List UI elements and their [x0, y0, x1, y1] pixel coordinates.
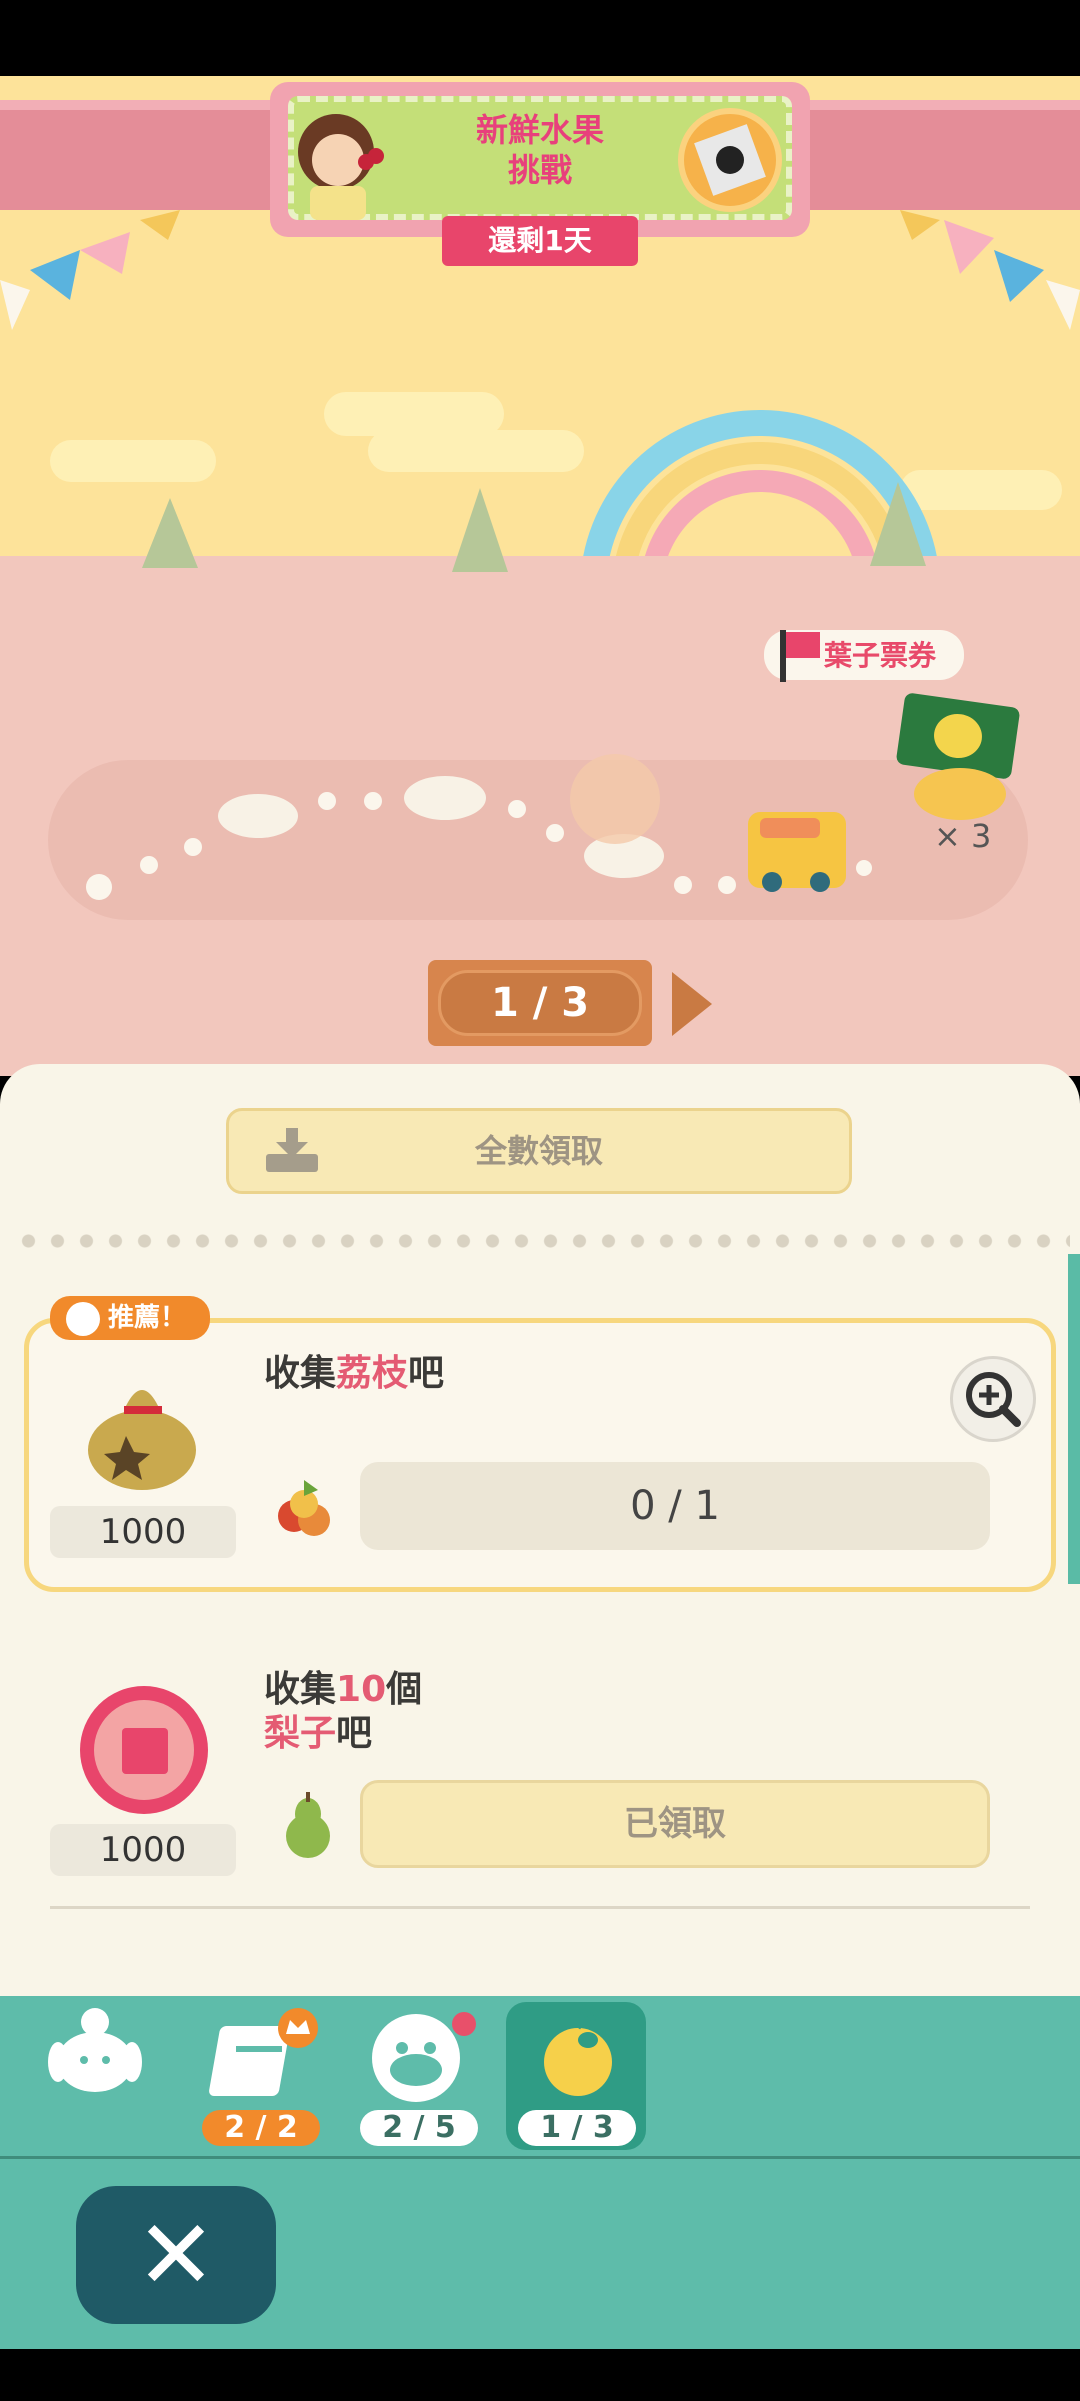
task-reward-value: 1000 [50, 1824, 236, 1876]
path-dot [674, 876, 692, 894]
dotted-divider [14, 1234, 1070, 1248]
days-remaining-badge: 還剩1天 [442, 216, 638, 266]
bell-bag-icon [88, 1390, 196, 1490]
reward-multiplier: × 3 [934, 817, 992, 855]
calendar-crown-icon [209, 2008, 318, 2096]
path-dot [364, 792, 382, 810]
tab-count: 2 / 5 [360, 2110, 478, 2146]
cloud [50, 440, 216, 482]
path-step [404, 776, 486, 820]
fruit-icon [544, 2015, 612, 2096]
next-page-arrow-icon[interactable] [672, 972, 712, 1036]
tab-count: 1 / 3 [518, 2110, 636, 2146]
page-indicator: 1 / 3 [438, 970, 642, 1036]
path-dot [856, 860, 872, 876]
path-dot [508, 800, 526, 818]
tree [452, 488, 508, 572]
isabelle-mini-icon [66, 1302, 100, 1336]
task-divider [50, 1906, 1030, 1909]
tab-count: 2 / 2 [202, 2110, 320, 2146]
path-dot [184, 838, 202, 856]
tab-isabelle[interactable] [40, 2000, 164, 2110]
magnifier-plus-icon [966, 1372, 1021, 1427]
gift-box-icon [122, 1728, 168, 1774]
tab-calendar[interactable]: 2 / 2 [200, 2006, 324, 2146]
tree [870, 482, 926, 566]
tab-fruit-challenge[interactable]: 1 / 3 [516, 2006, 640, 2146]
character-avatar-icon [298, 114, 384, 220]
flag-icon [786, 632, 820, 658]
path-dot [86, 874, 112, 900]
reward-flag-text: 葉子票券 [824, 639, 937, 672]
path-dot [546, 824, 564, 842]
isabelle-icon [48, 2008, 142, 2092]
gold-reward-icon [914, 768, 1006, 820]
bunting-left [0, 210, 180, 330]
path-dot [318, 792, 336, 810]
collect-all-label: 全數領取 [474, 1132, 603, 1170]
task-title: 收集荔枝吧 [264, 1353, 445, 1394]
event-title: 新鮮水果 挑戰 [475, 111, 604, 189]
tree [142, 498, 198, 568]
pear-icon [286, 1792, 330, 1858]
zoom-in-button[interactable] [950, 1356, 1036, 1442]
truck-roof [760, 818, 820, 838]
tab-villager[interactable]: 2 / 5 [358, 2006, 482, 2146]
path-step [218, 794, 298, 838]
spider-medal-icon [678, 108, 782, 212]
notification-dot [452, 2012, 476, 2036]
recommended-label: 推薦！ [108, 1303, 187, 1333]
bunting-right [900, 210, 1080, 330]
current-step-glow [570, 754, 660, 844]
panel-scrollbar[interactable] [1068, 1254, 1080, 1584]
task-progress: 0 / 1 [360, 1462, 990, 1550]
truck-wheel [810, 872, 830, 892]
task-claimed-status: 已領取 [360, 1780, 990, 1868]
lychee-icon [278, 1480, 330, 1536]
task-title: 收集10個 梨子吧 [264, 1669, 423, 1754]
task-reward-value: 1000 [50, 1506, 236, 1558]
close-icon: ✕ [135, 2199, 217, 2311]
path-dot [140, 856, 158, 874]
path-dot [718, 876, 736, 894]
truck-wheel [762, 872, 782, 892]
cloud [368, 430, 584, 472]
